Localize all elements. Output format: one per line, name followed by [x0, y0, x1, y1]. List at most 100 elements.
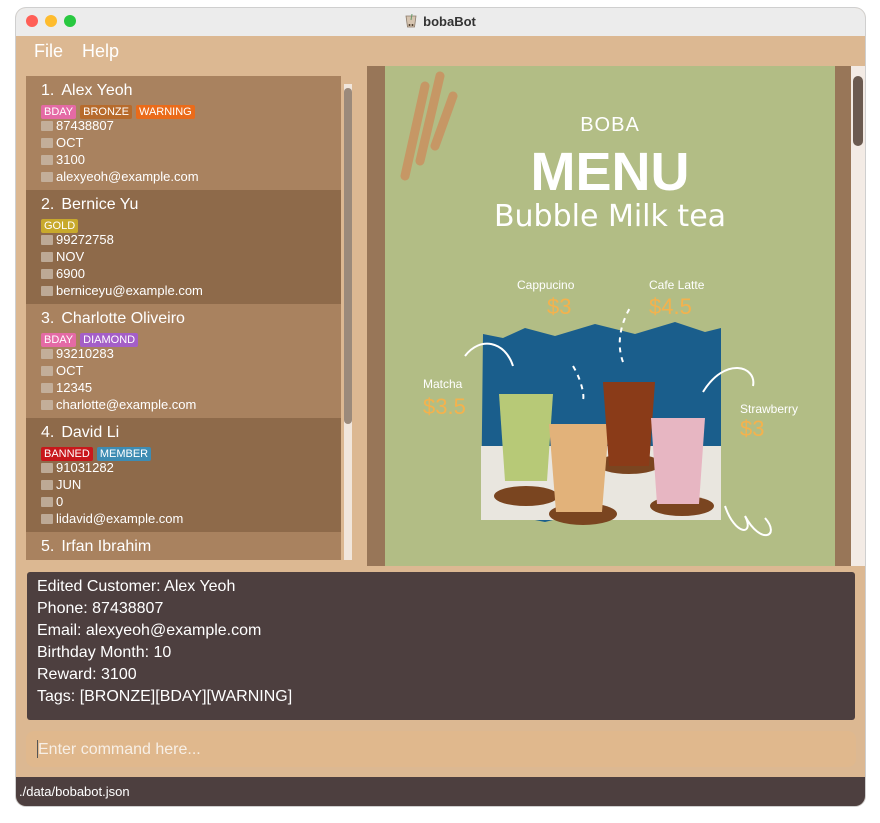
- customer-email-text: berniceyu@example.com: [56, 283, 203, 298]
- menu-help[interactable]: Help: [82, 41, 119, 62]
- poster-item-cafe-latte: Cafe Latte: [649, 278, 705, 292]
- menu-image-panel: BOBA MENU Bubble Milk tea Cappucino $3 C…: [367, 66, 865, 566]
- tag-badge: DIAMOND: [80, 333, 139, 347]
- app-window: bobaBot File Help 1. Alex Yeoh BDAY BRONZE W…: [16, 8, 865, 806]
- gift-icon: [41, 155, 53, 165]
- customer-name-text: Irfan Ibrahim: [61, 538, 152, 555]
- birthday-cake-icon: [41, 366, 53, 376]
- result-display: Edited Customer: Alex Yeoh Phone: 874388…: [27, 572, 855, 720]
- menu-bar: File Help: [16, 36, 865, 66]
- title-bar: bobaBot: [16, 8, 865, 37]
- status-bar: ./data/bobabot.json: [16, 777, 865, 806]
- customer-email-text: lidavid@example.com: [56, 511, 184, 526]
- customer-birthday: OCT: [41, 135, 83, 150]
- customer-tags: BDAY DIAMOND: [41, 330, 142, 347]
- customer-phone: 93210283: [41, 346, 114, 361]
- email-icon: [41, 286, 53, 296]
- customer-name: 1. Alex Yeoh: [41, 82, 133, 100]
- customer-list-scrollbar[interactable]: [344, 84, 352, 560]
- phone-icon: [41, 121, 53, 131]
- poster-frame-left: [367, 66, 385, 566]
- tag-badge: BDAY: [41, 333, 77, 347]
- customer-phone-text: 99272758: [56, 232, 114, 247]
- customer-card[interactable]: 4. David Li BANNED MEMBER 91031282 JUN 0 lidavi…: [26, 418, 341, 532]
- customer-tags: BDAY BRONZE WARNING: [41, 102, 199, 119]
- customer-birthday: JUN: [41, 477, 81, 492]
- email-icon: [41, 172, 53, 182]
- customer-phone-text: 87438807: [56, 118, 114, 133]
- customer-reward-text: 3100: [56, 152, 85, 167]
- phone-icon: [41, 349, 53, 359]
- email-icon: [41, 400, 53, 410]
- poster-price-matcha: $3.5: [423, 394, 466, 419]
- result-line: Phone: 87438807: [37, 600, 164, 617]
- poster-price-strawberry: $3: [740, 416, 765, 441]
- poster-boba-text: BOBA: [580, 114, 640, 136]
- customer-name: 3. Charlotte Oliveiro: [41, 310, 185, 328]
- customer-tags: BANNED MEMBER: [41, 444, 155, 461]
- gift-icon: [41, 269, 53, 279]
- result-line: Edited Customer: Alex Yeoh: [37, 578, 236, 595]
- birthday-cake-icon: [41, 480, 53, 490]
- customer-birthday-text: OCT: [56, 135, 84, 150]
- result-line: Reward: 3100: [37, 666, 137, 683]
- poster-item-matcha: Matcha: [423, 377, 463, 391]
- command-input[interactable]: [36, 737, 840, 763]
- result-line: Birthday Month: 10: [37, 644, 172, 661]
- image-panel-scroll-thumb[interactable]: [853, 76, 863, 146]
- poster-subtitle: Bubble Milk tea: [493, 199, 727, 234]
- gift-icon: [41, 383, 53, 393]
- tag-badge: GOLD: [41, 219, 79, 233]
- customer-card[interactable]: 2. Bernice Yu GOLD 99272758 NOV 6900 berniceyu…: [26, 190, 341, 304]
- poster-menu-title: MENU: [530, 142, 690, 202]
- customer-birthday-text: NOV: [56, 249, 85, 264]
- customer-email: alexyeoh@example.com: [41, 169, 199, 184]
- customer-tags: [41, 558, 85, 560]
- customer-reward: 6900: [41, 266, 85, 281]
- customer-name-text: David Li: [61, 424, 120, 441]
- boba-cup-icon: [405, 14, 417, 28]
- customer-reward: 0: [41, 494, 63, 509]
- customer-index: 2.: [41, 196, 55, 213]
- poster-item-strawberry: Strawberry: [740, 402, 799, 416]
- customer-phone: 87438807: [41, 118, 114, 133]
- customer-birthday: NOV: [41, 249, 84, 264]
- customer-card[interactable]: 5. Irfan Ibrahim: [26, 532, 341, 560]
- customer-card[interactable]: 1. Alex Yeoh BDAY BRONZE WARNING 87438807 OCT 3…: [26, 76, 341, 190]
- poster-price-cafe-latte: $4.5: [649, 294, 692, 319]
- window-title-text: bobaBot: [423, 14, 476, 29]
- customer-name: 5. Irfan Ibrahim: [41, 538, 151, 556]
- phone-icon: [41, 235, 53, 245]
- text-caret: [37, 740, 38, 758]
- customer-email-text: charlotte@example.com: [56, 397, 197, 412]
- customer-reward: 12345: [41, 380, 92, 395]
- customer-list-scroll-thumb[interactable]: [344, 88, 352, 424]
- customer-index: 1.: [41, 82, 55, 99]
- gift-icon: [41, 497, 53, 507]
- customer-name: 2. Bernice Yu: [41, 196, 138, 214]
- poster-price-cappucino: $3: [547, 294, 572, 319]
- customer-index: 4.: [41, 424, 55, 441]
- phone-icon: [41, 463, 53, 473]
- birthday-cake-icon: [41, 252, 53, 262]
- customer-index: 3.: [41, 310, 55, 327]
- customer-reward: 3100: [41, 152, 85, 167]
- customer-phone: 99272758: [41, 232, 114, 247]
- customer-email: berniceyu@example.com: [41, 283, 203, 298]
- customer-tags: GOLD: [41, 216, 82, 233]
- customer-name-text: Charlotte Oliveiro: [61, 310, 185, 327]
- customer-birthday-text: OCT: [56, 363, 84, 378]
- poster-frame-right: [835, 66, 851, 566]
- customer-reward-text: 0: [56, 494, 64, 509]
- customer-phone-text: 91031282: [56, 460, 114, 475]
- data-file-path: ./data/bobabot.json: [19, 784, 130, 799]
- birthday-cake-icon: [41, 138, 53, 148]
- customer-card[interactable]: 3. Charlotte Oliveiro BDAY DIAMOND 93210283 O…: [26, 304, 341, 418]
- window-title: bobaBot: [16, 14, 865, 29]
- customer-email-text: alexyeoh@example.com: [56, 169, 199, 184]
- customer-email: charlotte@example.com: [41, 397, 196, 412]
- customer-name: 4. David Li: [41, 424, 119, 442]
- customer-list[interactable]: 1. Alex Yeoh BDAY BRONZE WARNING 87438807 OCT 3…: [26, 76, 341, 560]
- command-box[interactable]: [26, 731, 856, 767]
- menu-file[interactable]: File: [34, 41, 63, 62]
